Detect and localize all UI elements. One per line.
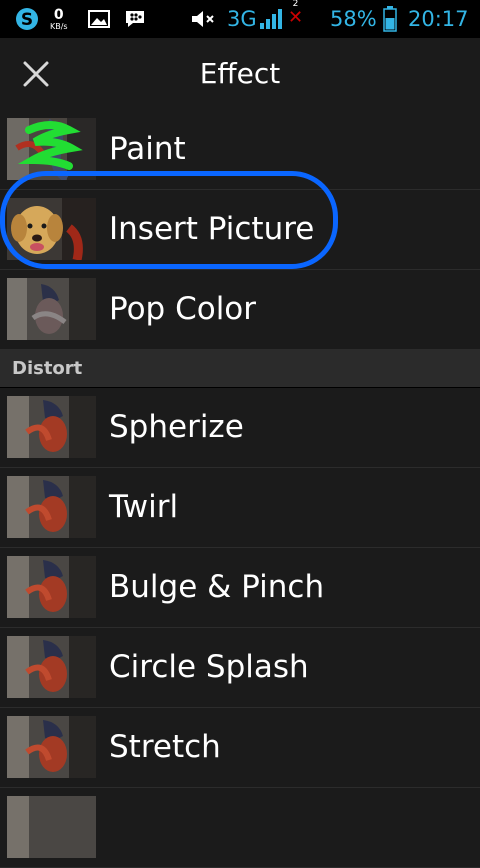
effect-item-spherize[interactable]: Spherize (0, 388, 480, 468)
skype-icon: S (14, 0, 40, 38)
effect-label: Circle Splash (109, 649, 309, 685)
close-button[interactable] (0, 38, 72, 110)
mute-icon (190, 0, 222, 38)
effect-item-stretch[interactable]: Stretch (0, 708, 480, 788)
photo-thumbnail (7, 716, 96, 778)
page-title: Effect (199, 57, 281, 90)
effect-label: Stretch (109, 729, 221, 765)
effect-item-bulge-pinch[interactable]: Bulge & Pinch (0, 548, 480, 628)
effect-label: Spherize (109, 409, 244, 445)
section-label: Distort (12, 358, 83, 379)
close-icon (23, 61, 49, 87)
photo-thumbnail (7, 636, 96, 698)
dog-thumbnail (7, 198, 96, 260)
network-speed-unit: KB/s (50, 21, 68, 31)
effect-label: Paint (109, 131, 186, 167)
bbm-icon (124, 0, 146, 38)
effect-item-partial[interactable] (0, 788, 480, 868)
action-bar: Effect (0, 38, 480, 111)
effect-item-circle-splash[interactable]: Circle Splash (0, 628, 480, 708)
effect-label: Pop Color (109, 291, 257, 327)
effect-item-pop-color[interactable]: Pop Color (0, 270, 480, 350)
clock: 20:17 (408, 7, 469, 31)
effect-list: Paint Insert Picture Pop Color Distort S… (0, 110, 480, 868)
network-speed: 0 KB/s (50, 0, 68, 38)
effect-item-insert-picture[interactable]: Insert Picture (0, 190, 480, 270)
photo-thumbnail (7, 796, 96, 858)
effect-item-paint[interactable]: Paint (0, 110, 480, 190)
effect-label: Twirl (109, 489, 179, 525)
no-sim-icon: 2 ✕ (288, 0, 304, 28)
photo-thumbnail (7, 556, 96, 618)
battery-percent: 58% (330, 7, 377, 31)
photo-thumbnail (7, 278, 96, 340)
photo-thumbnail (7, 476, 96, 538)
signal-icon (259, 0, 285, 38)
effect-item-twirl[interactable]: Twirl (0, 468, 480, 548)
photo-thumbnail (7, 396, 96, 458)
network-type: 3G (227, 7, 257, 31)
battery-icon (383, 0, 397, 38)
section-header-distort: Distort (0, 350, 480, 388)
svg-text:S: S (21, 10, 33, 30)
network-speed-value: 0 (53, 6, 64, 23)
effect-label: Insert Picture (109, 211, 315, 247)
paint-thumbnail (7, 118, 96, 180)
effect-label: Bulge & Pinch (109, 569, 325, 605)
gallery-icon (88, 0, 110, 38)
status-bar: S 0 KB/s 3G 2 ✕ 58% 20:17 (0, 0, 480, 38)
